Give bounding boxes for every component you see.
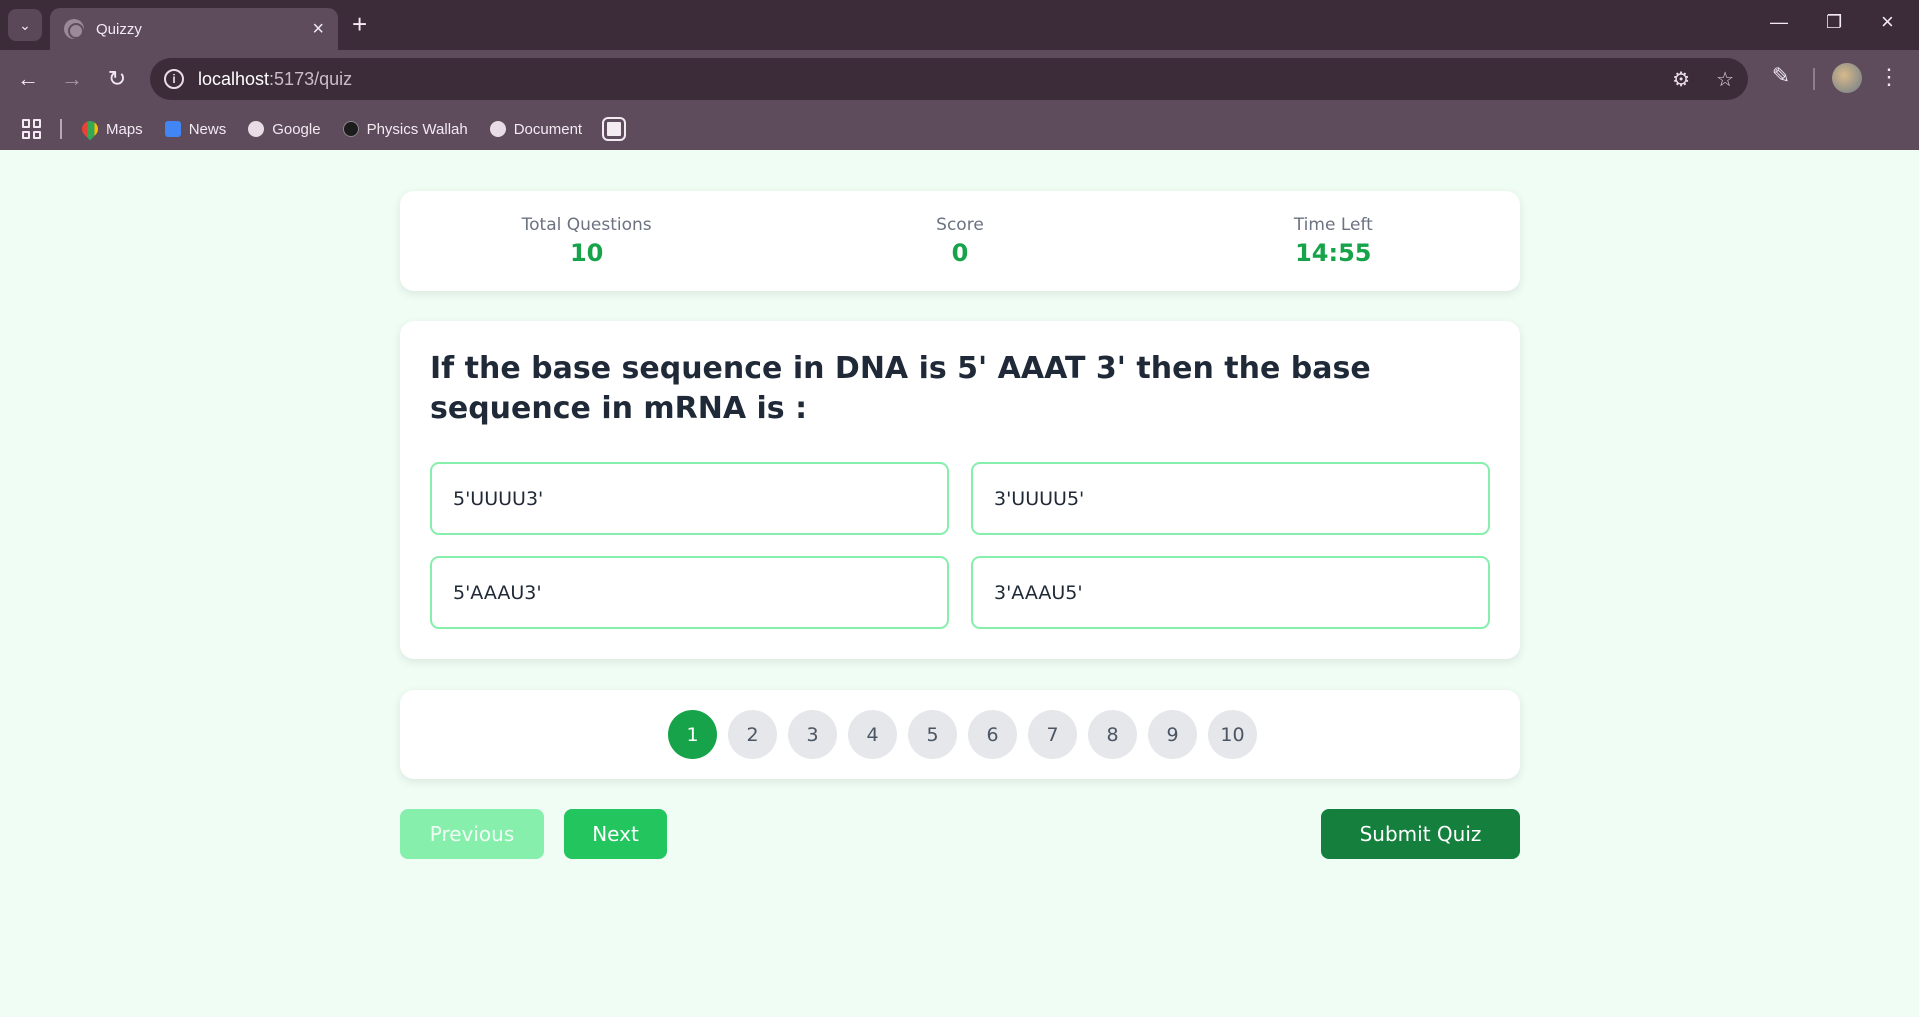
bookmarks-bar: Maps News Google Physics Wallah Document xyxy=(0,108,1919,150)
question-text: If the base sequence in DNA is 5' AAAT 3… xyxy=(430,351,1371,426)
page-button-7[interactable]: 7 xyxy=(1028,710,1077,759)
more-menu-icon[interactable]: ⋮ xyxy=(1878,64,1900,90)
page-button-3[interactable]: 3 xyxy=(788,710,837,759)
extensions-icon[interactable]: ✎ xyxy=(1766,63,1796,93)
bookmark-chatgpt[interactable] xyxy=(602,117,632,141)
question-navigator: 1 2 3 4 5 6 7 8 9 10 xyxy=(400,690,1520,779)
bookmark-label: News xyxy=(188,120,227,138)
page-button-10[interactable]: 10 xyxy=(1208,710,1257,759)
bookmark-document[interactable]: Document xyxy=(489,120,583,138)
tab-search-button[interactable]: ⌄ xyxy=(8,9,42,41)
page-button-6[interactable]: 6 xyxy=(968,710,1017,759)
restore-icon[interactable]: ❐ xyxy=(1826,12,1842,33)
option-c[interactable]: 5'AAAU3' xyxy=(430,556,949,629)
option-a[interactable]: 5'UUUU3' xyxy=(430,462,949,535)
tab-title: Quizzy xyxy=(96,20,142,38)
news-icon xyxy=(164,121,181,137)
close-icon[interactable]: × xyxy=(312,19,324,39)
maps-icon xyxy=(78,117,102,141)
stats-card: Total Questions 10 Score 0 Time Left 14:… xyxy=(400,191,1520,291)
bookmark-physics-wallah[interactable]: Physics Wallah xyxy=(342,120,468,138)
browser-tab[interactable]: Quizzy × xyxy=(50,8,338,50)
stat-total-questions: Total Questions 10 xyxy=(400,191,773,291)
close-window-icon[interactable]: × xyxy=(1881,9,1894,35)
reload-icon[interactable]: ↻ xyxy=(102,64,132,94)
profile-avatar[interactable] xyxy=(1832,63,1862,93)
stat-value: 10 xyxy=(569,239,604,267)
bookmarks-divider xyxy=(60,119,62,139)
stat-score: Score 0 xyxy=(773,191,1146,291)
question-card: If the base sequence in DNA is 5' AAAT 3… xyxy=(400,321,1520,659)
page-button-5[interactable]: 5 xyxy=(908,710,957,759)
physics-wallah-icon xyxy=(342,121,359,137)
options-grid: 5'UUUU3' 3'UUUU5' 5'AAAU3' 3'AAAU5' xyxy=(430,462,1490,629)
bookmark-star-icon[interactable]: ☆ xyxy=(1716,67,1734,92)
next-button[interactable]: Next xyxy=(564,809,667,859)
stat-label: Total Questions xyxy=(521,215,652,235)
minimize-icon[interactable]: — xyxy=(1770,12,1788,33)
bookmark-label: Google xyxy=(272,120,321,138)
globe-icon xyxy=(248,121,265,137)
page-button-1[interactable]: 1 xyxy=(668,710,717,759)
forward-arrow-icon[interactable]: → xyxy=(57,64,87,94)
stat-label: Score xyxy=(936,215,984,235)
option-b[interactable]: 3'UUUU5' xyxy=(971,462,1490,535)
option-d[interactable]: 3'AAAU5' xyxy=(971,556,1490,629)
globe-icon xyxy=(64,19,84,39)
new-tab-button[interactable]: + xyxy=(352,10,367,38)
bookmark-label: Maps xyxy=(106,120,143,138)
previous-button[interactable]: Previous xyxy=(400,809,544,859)
chevron-down-icon: ⌄ xyxy=(19,16,31,33)
quiz-page: Total Questions 10 Score 0 Time Left 14:… xyxy=(0,150,1919,1017)
bookmark-maps[interactable]: Maps xyxy=(78,117,143,141)
password-key-icon[interactable]: ⚙ xyxy=(1672,67,1690,92)
site-info-icon[interactable]: i xyxy=(164,69,184,89)
page-button-9[interactable]: 9 xyxy=(1148,710,1197,759)
browser-tab-bar: ⌄ Quizzy × + — ❐ × xyxy=(0,0,1919,50)
stat-time-left: Time Left 14:55 xyxy=(1147,191,1520,291)
stat-label: Time Left xyxy=(1293,215,1373,235)
back-arrow-icon[interactable]: ← xyxy=(13,64,43,94)
apps-grid-icon[interactable] xyxy=(22,119,42,139)
url-path: :5173/quiz xyxy=(269,68,353,89)
bookmark-label: Document xyxy=(513,120,583,138)
page-button-2[interactable]: 2 xyxy=(728,710,777,759)
address-bar[interactable]: i localhost :5173/quiz ⚙ ☆ xyxy=(150,58,1748,100)
submit-quiz-button[interactable]: Submit Quiz xyxy=(1321,809,1520,859)
page-button-4[interactable]: 4 xyxy=(848,710,897,759)
page-button-8[interactable]: 8 xyxy=(1088,710,1137,759)
browser-toolbar: ← → ↻ i localhost :5173/quiz ⚙ ☆ ✎ ⋮ xyxy=(0,50,1919,108)
stat-value: 0 xyxy=(951,239,969,267)
bookmark-label: Physics Wallah xyxy=(366,120,468,138)
globe-icon xyxy=(489,121,506,137)
timer-value: 14:55 xyxy=(1295,239,1372,267)
url-host: localhost xyxy=(198,68,270,89)
chatgpt-icon xyxy=(602,117,627,141)
bookmark-news[interactable]: News xyxy=(164,120,227,138)
toolbar-divider xyxy=(1813,68,1815,90)
bookmark-google[interactable]: Google xyxy=(248,120,321,138)
